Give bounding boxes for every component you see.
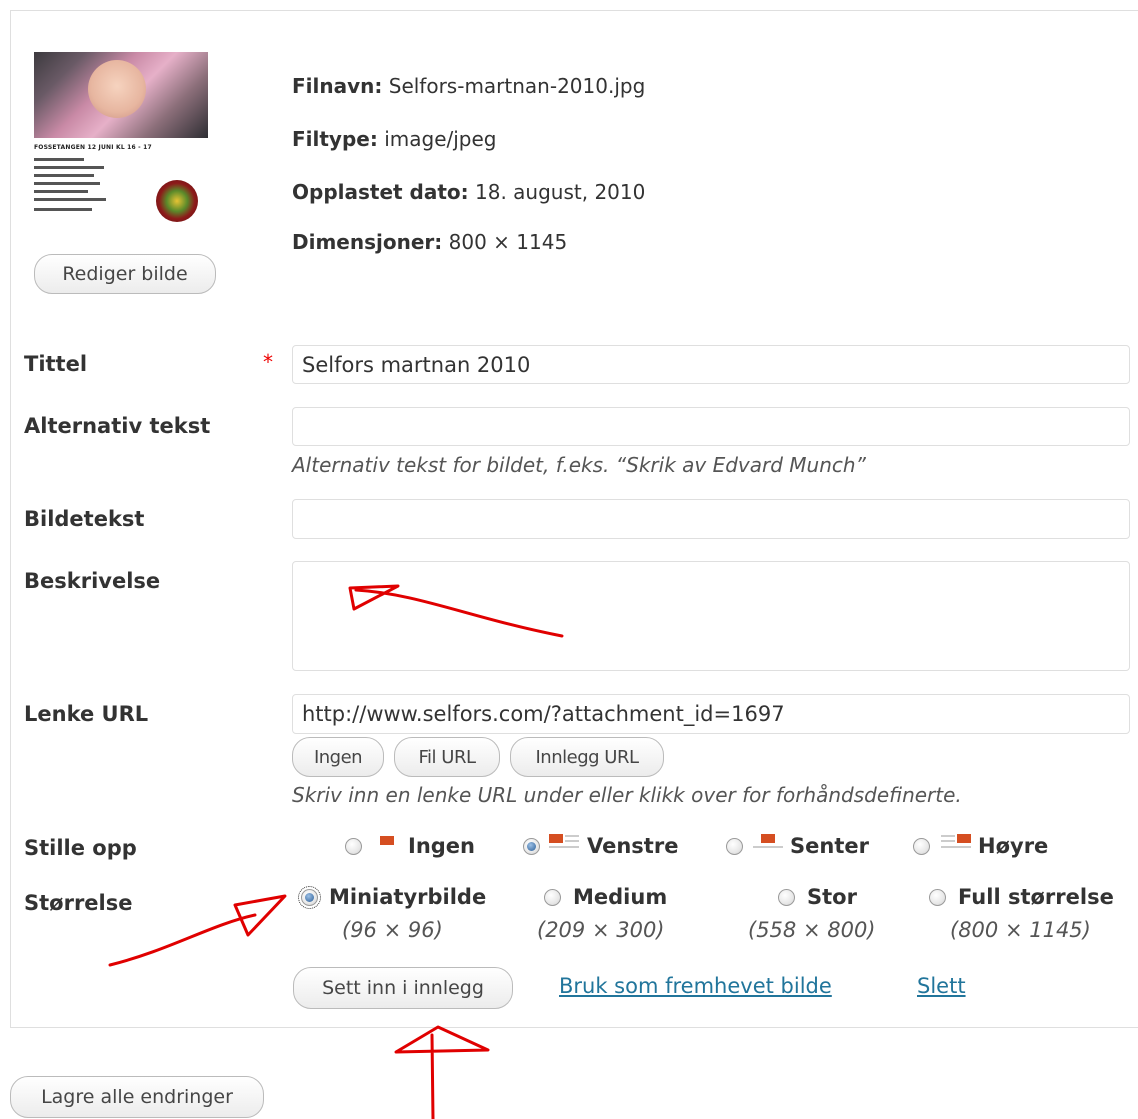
annotation-arrow-insert [394,1025,490,1119]
annotation-overlay [108,584,564,1119]
annotation-arrow-size [108,894,287,967]
annotation-arrow-description [348,584,564,638]
